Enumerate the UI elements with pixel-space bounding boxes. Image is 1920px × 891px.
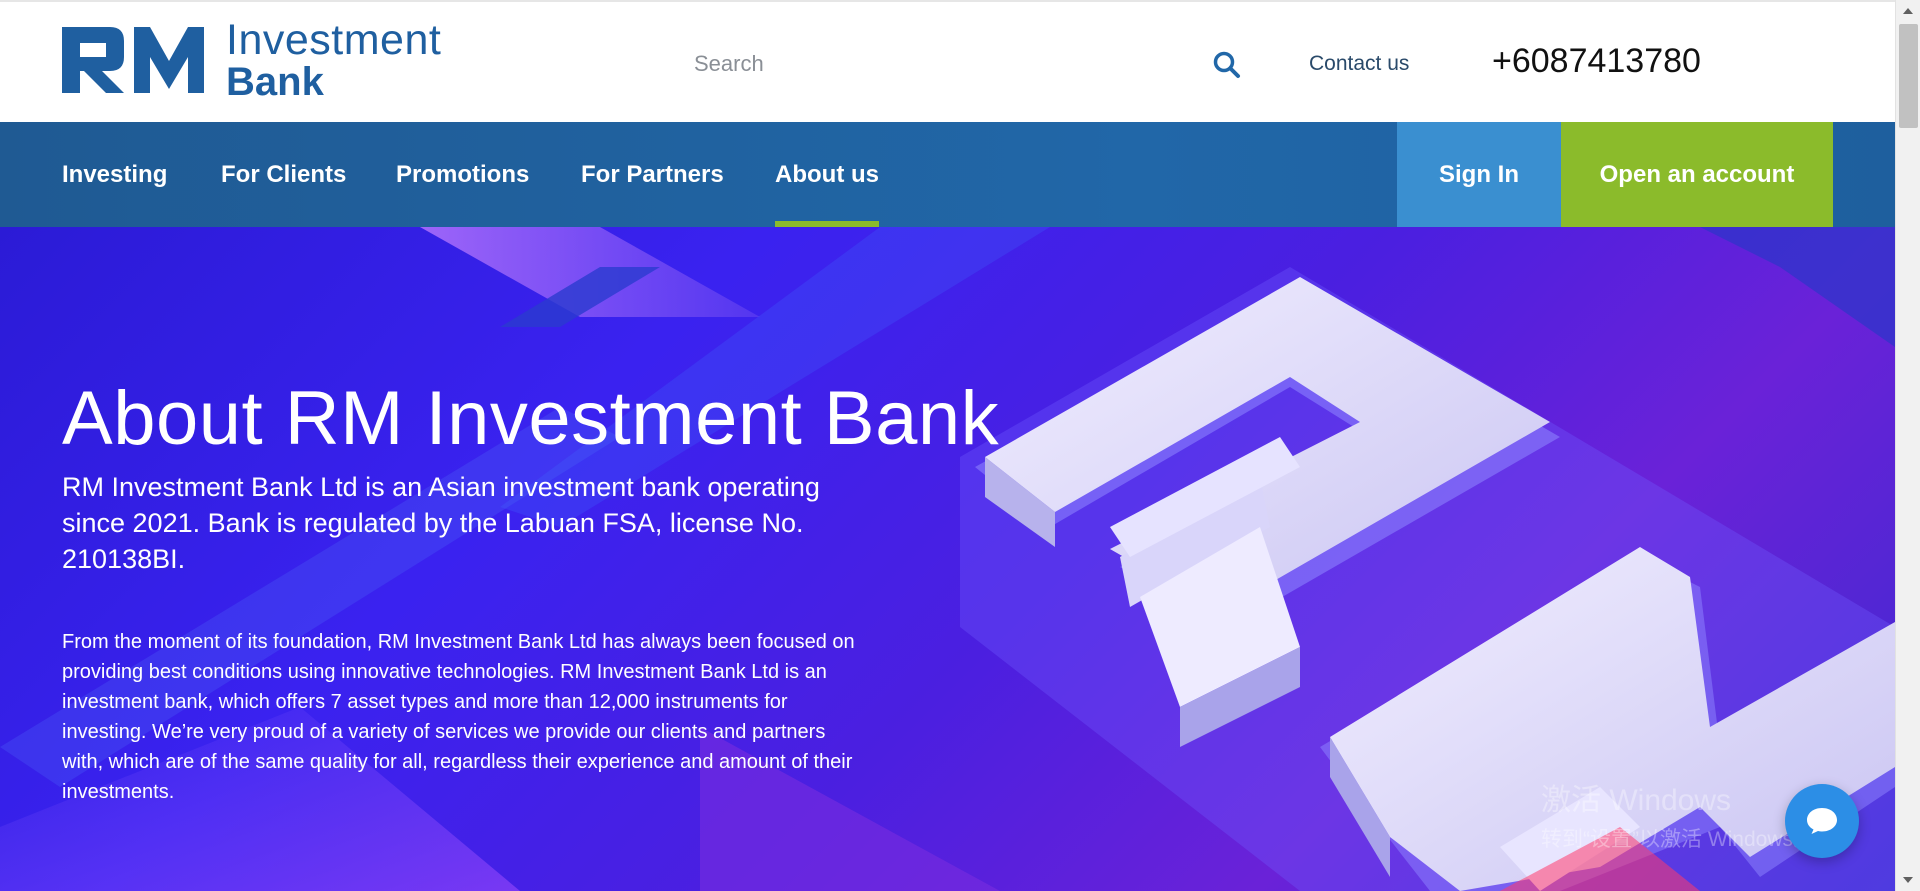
search-input[interactable] — [694, 44, 1174, 84]
contact-us-link[interactable]: Contact us — [1309, 52, 1409, 76]
watermark-line2: 转到“设置”以激活 Windows。 — [1541, 828, 1815, 851]
scrollbar-thumb[interactable] — [1899, 24, 1918, 128]
search-icon[interactable] — [1212, 50, 1242, 80]
nav-item-for-partners[interactable]: For Partners — [581, 122, 724, 227]
nav-item-for-clients[interactable]: For Clients — [221, 122, 346, 227]
top-header: Investment Bank Contact us +6087413780 — [0, 0, 1895, 122]
phone-number[interactable]: +6087413780 — [1492, 42, 1701, 81]
logo[interactable]: Investment Bank — [62, 18, 441, 102]
chat-bubble-icon — [1807, 808, 1837, 834]
hero-lead-text: RM Investment Bank Ltd is an Asian inves… — [62, 472, 820, 574]
logo-text: Investment Bank — [226, 15, 442, 104]
nav-item-promotions[interactable]: Promotions — [396, 122, 529, 227]
chat-button[interactable] — [1785, 784, 1859, 858]
logo-line-bank: Bank — [226, 59, 324, 104]
logo-line-investment: Investment — [226, 15, 442, 64]
nav-item-investing[interactable]: Investing — [62, 122, 167, 227]
scroll-down-arrow-icon[interactable] — [1903, 877, 1913, 883]
watermark-line1: 激活 Windows — [1541, 784, 1732, 817]
hero-body-text: From the moment of its foundation, RM In… — [62, 631, 855, 803]
rm-logo-icon — [62, 27, 204, 93]
scroll-up-arrow-icon[interactable] — [1903, 8, 1913, 14]
open-account-button[interactable]: Open an account — [1561, 122, 1833, 227]
nav-item-about-us[interactable]: About us — [775, 122, 879, 227]
page-title: About RM Investment Bank — [62, 376, 1000, 461]
sign-in-button[interactable]: Sign In — [1397, 122, 1561, 227]
vertical-scrollbar[interactable] — [1895, 0, 1920, 891]
search-box — [694, 44, 1244, 84]
windows-activation-watermark: 激活 Windows 转到“设置”以激活 Windows。 — [1541, 775, 1814, 853]
